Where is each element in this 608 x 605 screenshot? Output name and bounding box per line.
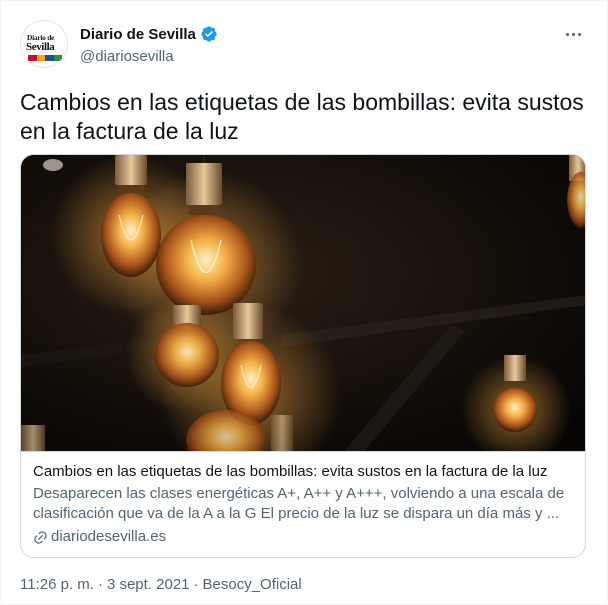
- link-card[interactable]: Cambios en las etiquetas de las bombilla…: [20, 154, 586, 558]
- stripe-yellow: [36, 55, 45, 61]
- author-name-line: Diario de Sevilla: [80, 25, 218, 43]
- card-description: Desaparecen las clases energéticas A+, A…: [33, 485, 565, 522]
- stripe-red: [28, 55, 37, 61]
- dot: [571, 32, 575, 36]
- tweet-date[interactable]: 3 sept. 2021: [107, 576, 190, 593]
- avatar-logo-stripes: [28, 55, 62, 61]
- tweet-source[interactable]: Besocy_Oficial: [203, 576, 302, 593]
- avatar[interactable]: Diario de Sevilla: [20, 20, 68, 68]
- dot: [565, 32, 569, 36]
- display-name[interactable]: Diario de Sevilla: [80, 26, 196, 43]
- stripe-green: [53, 55, 62, 61]
- light-bulbs-image: [21, 155, 585, 451]
- link-icon: [34, 530, 47, 544]
- card-domain[interactable]: diariodesevilla.es: [33, 527, 575, 547]
- tweet-text: Cambios en las etiquetas de las bombilla…: [20, 89, 584, 144]
- handle[interactable]: @diariosevilla: [80, 48, 174, 65]
- more-dots-icon[interactable]: [558, 24, 588, 44]
- separator: ·: [193, 576, 199, 593]
- card-domain-text: diariodesevilla.es: [51, 528, 167, 545]
- verified-badge-icon: [201, 26, 217, 42]
- card-body[interactable]: Cambios en las etiquetas de las bombilla…: [21, 451, 585, 557]
- tweet-header: Diario de Sevilla Diario de Sevilla @dia…: [20, 20, 588, 72]
- separator: ·: [97, 576, 103, 593]
- dot: [577, 32, 581, 36]
- tweet-time[interactable]: 11:26 p. m.: [20, 576, 94, 593]
- avatar-logo-line2: Sevilla: [26, 41, 55, 53]
- card-image: [21, 155, 585, 451]
- stripe-blue: [45, 55, 54, 61]
- card-title[interactable]: Cambios en las etiquetas de las bombilla…: [33, 462, 575, 482]
- tweet-footer: 11:26 p. m. · 3 sept. 2021 · Besocy_Ofic…: [20, 576, 302, 593]
